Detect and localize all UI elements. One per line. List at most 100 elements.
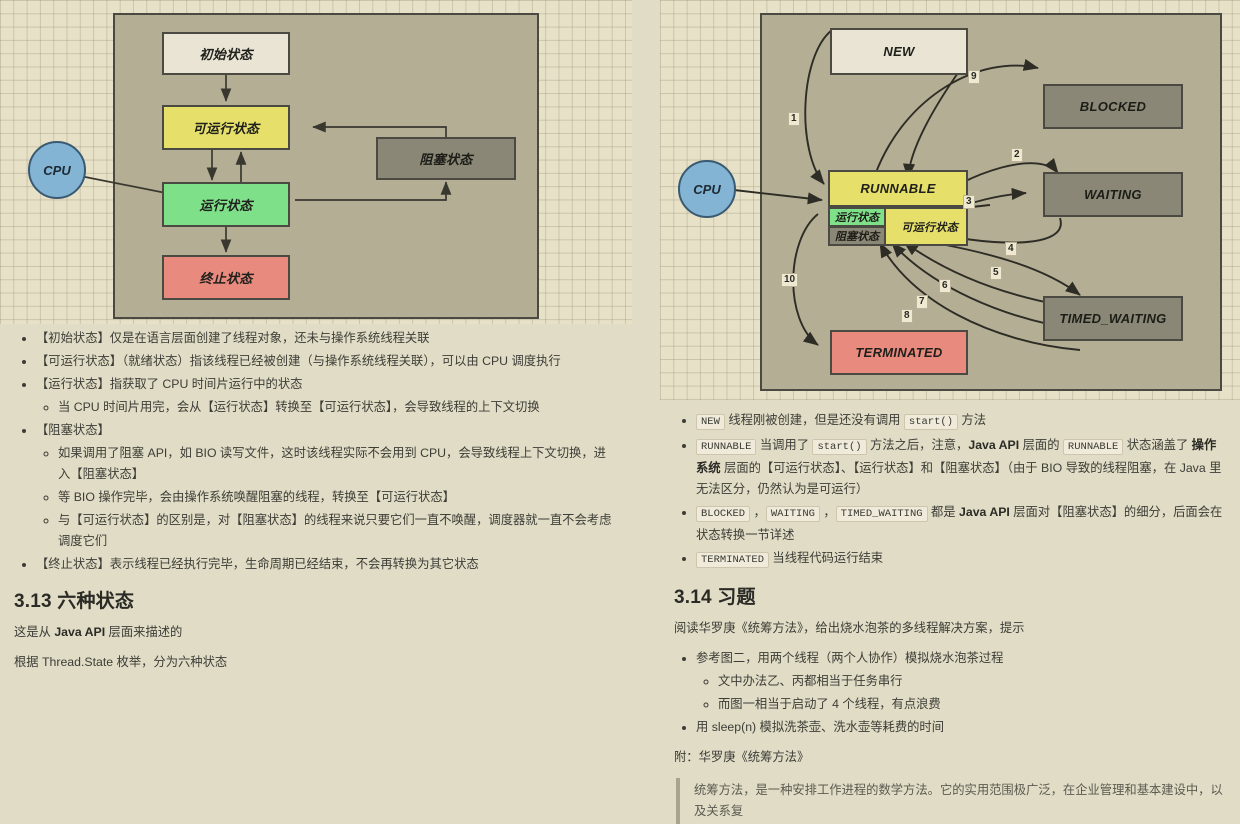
section-heading-3-14: 3.14 习题 (674, 587, 756, 608)
edge-label-7: 7 (916, 295, 928, 309)
node-init-state: 初始状态 (162, 32, 290, 75)
inline-code: start() (812, 439, 867, 455)
node-label: BLOCKED (1079, 99, 1147, 114)
list-item: 而图一相当于启动了 4 个线程，有点浪费 (718, 694, 1226, 715)
paragraph-text: 层面来描述的 (105, 625, 183, 639)
node-runnable-state: 可运行状态 (162, 105, 290, 150)
emphasis-text: Java API (54, 625, 106, 639)
os-thread-state-diagram: CPU 初始状态 可运行状态 运行状态 终止状态 阻塞状态 (0, 0, 632, 324)
sub-list: 文中办法乙、丙都相当于任务串行 而图一相当于启动了 4 个线程，有点浪费 (696, 671, 1226, 715)
inline-text: 线程刚被创建，但是还没有调用 (724, 413, 904, 427)
list-item: 【运行状态】指获取了 CPU 时间片运行中的状态 当 CPU 时间片用完，会从【… (36, 374, 618, 418)
list-item: 【初始状态】仅是在语言层面创建了线程对象，还未与操作系统线程关联 (36, 328, 618, 349)
left-prose: 【初始状态】仅是在语言层面创建了线程对象，还未与操作系统线程关联 【可运行状态】… (0, 328, 632, 673)
inline-text: 当线程代码运行结束 (769, 551, 884, 565)
node-timed-waiting: TIMED_WAITING (1043, 296, 1183, 341)
paragraph-text: 根据 Thread.State 枚举，分为六种状态 (14, 655, 228, 669)
inline-code: WAITING (765, 506, 820, 522)
list-item-text: 参考图二，用两个线程（两个人协作）模拟烧水泡茶过程 (696, 651, 1004, 665)
list-item-text: 【阻塞状态】 (36, 423, 110, 437)
list-item: 【可运行状态】（就绪状态）指该线程已经被创建（与操作系统线程关联），可以由 CP… (36, 351, 618, 372)
list-item-text: 如果调用了阻塞 API，如 BIO 读写文件，这时该线程实际不会用到 CPU，会… (58, 446, 606, 481)
cpu-node-right: CPU (678, 160, 736, 218)
list-item: 等 BIO 操作完毕，会由操作系统唤醒阻塞的线程，转换至【可运行状态】 (58, 487, 618, 508)
inline-text: 都是 (927, 505, 960, 519)
node-terminated: TERMINATED (830, 330, 968, 375)
list-item: 文中办法乙、丙都相当于任务串行 (718, 671, 1226, 692)
sub-node-label: 阻塞状态 (835, 231, 879, 243)
document-page: CPU 初始状态 可运行状态 运行状态 终止状态 阻塞状态 【初始状态】仅是在语… (0, 0, 1240, 824)
inline-code: TIMED_WAITING (835, 506, 928, 522)
node-runnable: RUNNABLE (828, 170, 968, 207)
sub-node-label: 可运行状态 (901, 221, 958, 234)
list-item-text: RUNNABLE 当调用了 start() 方法之后，注意，Java API 层… (696, 438, 1221, 496)
list-item: 与【可运行状态】的区别是，对【阻塞状态】的线程来说只要它们一直不唤醒，调度器就一… (58, 510, 618, 552)
list-item: 参考图二，用两个线程（两个人协作）模拟烧水泡茶过程 文中办法乙、丙都相当于任务串… (696, 648, 1226, 715)
node-terminated-state: 终止状态 (162, 255, 290, 300)
node-label: 阻塞状态 (419, 152, 473, 167)
edge-label-10: 10 (781, 273, 799, 287)
cpu-node-left: CPU (28, 141, 86, 199)
inline-code: start() (903, 414, 959, 430)
list-item: 如果调用了阻塞 API，如 BIO 读写文件，这时该线程实际不会用到 CPU，会… (58, 443, 618, 485)
sub-list: 当 CPU 时间片用完，会从【运行状态】转换至【可运行状态】，会导致线程的上下文… (36, 397, 618, 418)
list-item-text: 【运行状态】指获取了 CPU 时间片运行中的状态 (36, 377, 303, 391)
list-item-text: 等 BIO 操作完毕，会由操作系统唤醒阻塞的线程，转换至【可运行状态】 (58, 490, 455, 504)
node-label: RUNNABLE (860, 181, 936, 196)
node-new: NEW (830, 28, 968, 75)
right-prose: NEW 线程刚被创建，但是还没有调用 start() 方法 RUNNABLE 当… (660, 400, 1240, 824)
edge-label-4: 4 (1005, 242, 1017, 256)
os-state-bullet-list: 【初始状态】仅是在语言层面创建了线程对象，还未与操作系统线程关联 【可运行状态】… (14, 328, 618, 575)
list-item-text: 【终止状态】表示线程已经执行完毕，生命周期已经结束，不会再转换为其它状态 (36, 557, 479, 571)
list-item-text: 当 CPU 时间片用完，会从【运行状态】转换至【可运行状态】，会导致线程的上下文… (58, 400, 540, 414)
list-item-text: 【可运行状态】（就绪状态）指该线程已经被创建（与操作系统线程关联），可以由 CP… (36, 354, 561, 368)
sub-node-label: 运行状态 (835, 212, 879, 224)
list-item-text: 而图一相当于启动了 4 个线程，有点浪费 (718, 697, 941, 711)
exercise-bullet-list: 参考图二，用两个线程（两个人协作）模拟烧水泡茶过程 文中办法乙、丙都相当于任务串… (674, 648, 1226, 738)
list-item: 【终止状态】表示线程已经执行完毕，生命周期已经结束，不会再转换为其它状态 (36, 554, 618, 575)
list-item: 用 sleep(n) 模拟洗茶壶、洗水壶等耗费的时间 (696, 717, 1226, 738)
paragraph: 这是从 Java API 层面来描述的 (14, 622, 618, 643)
inline-text: 状态涵盖了 (1123, 438, 1192, 452)
node-label: 运行状态 (199, 198, 253, 213)
blockquote: 统筹方法，是一种安排工作进程的数学方法。它的实用范围极广泛，在企业管理和基本建设… (676, 778, 1226, 824)
cpu-label: CPU (693, 181, 721, 197)
java-state-bullet-list: NEW 线程刚被创建，但是还没有调用 start() 方法 RUNNABLE 当… (674, 410, 1226, 571)
paragraph: 根据 Thread.State 枚举，分为六种状态 (14, 652, 618, 673)
node-running-state: 运行状态 (162, 182, 290, 227)
inline-text: ， (819, 505, 836, 519)
node-label: TERMINATED (855, 345, 943, 360)
inline-code: TERMINATED (696, 552, 770, 568)
inline-code: RUNNABLE (1062, 439, 1124, 455)
edge-label-9: 9 (968, 70, 980, 84)
java-thread-state-diagram: CPU NEW BLOCKED RUNNABLE 可运行状态 运行状态 阻塞状态 (660, 0, 1240, 400)
emphasis-text: Java API (968, 438, 1020, 452)
node-blocked-state: 阻塞状态 (376, 137, 516, 180)
node-waiting: WAITING (1043, 172, 1183, 217)
list-item-text: 文中办法乙、丙都相当于任务串行 (718, 674, 903, 688)
node-label: WAITING (1084, 187, 1142, 202)
inline-code: RUNNABLE (696, 439, 757, 455)
list-item: NEW 线程刚被创建，但是还没有调用 start() 方法 (696, 410, 1226, 433)
inline-code: NEW (696, 414, 725, 430)
paragraph-text: 这是从 (14, 625, 55, 639)
sub-list: 如果调用了阻塞 API，如 BIO 读写文件，这时该线程实际不会用到 CPU，会… (36, 443, 618, 552)
inline-text: 方法之后，注意， (866, 438, 969, 452)
inline-text: ， (750, 505, 766, 519)
list-item-text: NEW 线程刚被创建，但是还没有调用 start() 方法 (696, 413, 987, 430)
left-column: CPU 初始状态 可运行状态 运行状态 终止状态 阻塞状态 【初始状态】仅是在语… (0, 0, 632, 758)
edge-label-3: 3 (963, 195, 975, 209)
list-item-text: BLOCKED ， WAITING ， TIMED_WAITING 都是 Java … (696, 505, 1222, 542)
node-label: TIMED_WAITING (1059, 311, 1167, 326)
edge-label-1: 1 (788, 112, 800, 126)
cpu-label: CPU (43, 162, 71, 178)
inline-text: 层面的 (1019, 438, 1063, 452)
list-item-text: 用 sleep(n) 模拟洗茶壶、洗水壶等耗费的时间 (696, 720, 945, 734)
edge-label-2: 2 (1011, 148, 1023, 162)
paragraph: 阅读华罗庚《统筹方法》，给出烧水泡茶的多线程解决方案，提示 (674, 621, 1025, 635)
list-item: 当 CPU 时间片用完，会从【运行状态】转换至【可运行状态】，会导致线程的上下文… (58, 397, 618, 418)
list-item: RUNNABLE 当调用了 start() 方法之后，注意，Java API 层… (696, 435, 1226, 500)
node-label: 初始状态 (199, 47, 253, 62)
list-item-text: 与【可运行状态】的区别是，对【阻塞状态】的线程来说只要它们一直不唤醒，调度器就一… (58, 513, 612, 548)
inline-text: 方法 (958, 413, 987, 427)
